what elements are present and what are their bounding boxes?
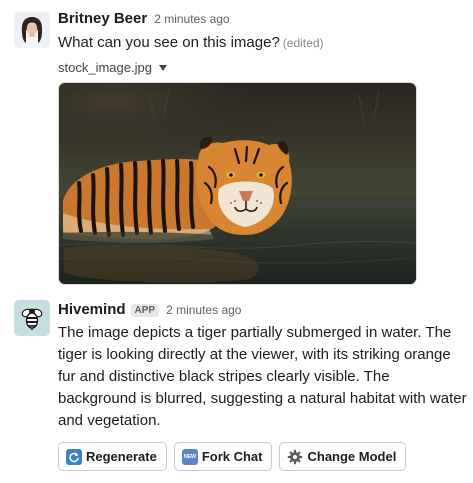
- bot-name[interactable]: Hivemind: [58, 301, 126, 318]
- new-icon: NEW: [181, 448, 198, 465]
- tiger-photo: [59, 83, 416, 284]
- action-buttons: Regenerate NEW Fork Chat Change Model: [58, 442, 407, 471]
- bot-timestamp[interactable]: 2 minutes ago: [166, 303, 241, 317]
- attachment-name-label: stock_image.jpg: [58, 60, 152, 75]
- regenerate-icon: [66, 448, 82, 465]
- attachment-file-name[interactable]: stock_image.jpg: [58, 60, 167, 75]
- gear-icon: [287, 449, 303, 465]
- change-model-button[interactable]: Change Model: [279, 442, 407, 471]
- bot-message-text: The image depicts a tiger partially subm…: [58, 324, 467, 429]
- regenerate-label: Regenerate: [86, 449, 157, 464]
- user-timestamp[interactable]: 2 minutes ago: [154, 12, 229, 26]
- bee-icon[interactable]: [14, 300, 50, 336]
- caret-down-icon[interactable]: [158, 64, 167, 71]
- app-badge: APP: [130, 304, 160, 317]
- user-message-text: What can you see on this image? (edited): [58, 32, 323, 54]
- attached-image[interactable]: [58, 82, 417, 285]
- fork-chat-label: Fork Chat: [201, 449, 263, 464]
- edited-label: (edited): [282, 36, 324, 50]
- user-message-body: What can you see on this image?: [58, 34, 280, 51]
- user-message-header: Britney Beer 2 minutes ago: [58, 10, 230, 27]
- fork-chat-button[interactable]: NEW Fork Chat: [173, 442, 273, 471]
- regenerate-button[interactable]: Regenerate: [58, 442, 167, 471]
- user-avatar[interactable]: [14, 12, 50, 48]
- user-name[interactable]: Britney Beer: [58, 10, 147, 27]
- bot-message-header: Hivemind APP 2 minutes ago: [58, 301, 241, 318]
- change-model-label: Change Model: [307, 449, 397, 464]
